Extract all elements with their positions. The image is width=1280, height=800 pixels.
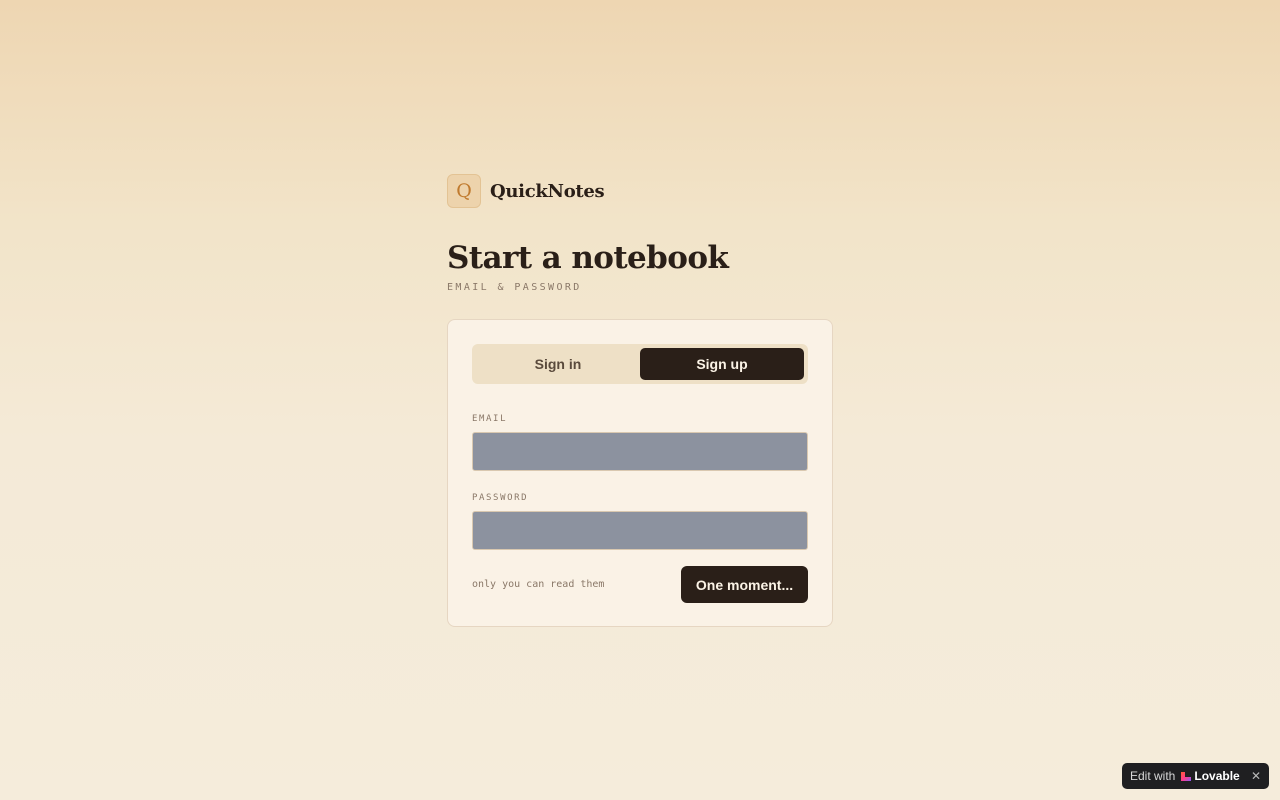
- tab-sign-up[interactable]: Sign up: [640, 348, 804, 380]
- auth-card: Sign in Sign up EMAIL PASSWORD only you …: [447, 319, 833, 627]
- password-field[interactable]: [472, 511, 808, 550]
- badge-brand: Lovable: [1194, 769, 1240, 783]
- submit-button[interactable]: One moment...: [681, 566, 808, 603]
- edit-with-lovable-badge[interactable]: Edit with Lovable ✕: [1122, 763, 1269, 789]
- tab-sign-in[interactable]: Sign in: [476, 348, 640, 380]
- privacy-hint: only you can read them: [472, 579, 605, 590]
- email-label: EMAIL: [472, 414, 508, 424]
- close-icon[interactable]: ✕: [1251, 769, 1261, 783]
- auth-tabs: Sign in Sign up: [472, 344, 808, 384]
- password-label: PASSWORD: [472, 493, 529, 503]
- page-title: Start a notebook: [447, 240, 729, 276]
- badge-prefix: Edit with: [1130, 769, 1176, 783]
- q-logo-icon: Q: [447, 174, 481, 208]
- lovable-heart-icon: [1181, 771, 1192, 781]
- form-footer: only you can read them One moment...: [472, 566, 808, 603]
- brand: Q QuickNotes: [447, 174, 833, 208]
- page-subtitle: EMAIL & PASSWORD: [447, 282, 582, 293]
- email-field[interactable]: [472, 432, 808, 471]
- brand-name: QuickNotes: [490, 180, 605, 202]
- auth-container: Q QuickNotes Start a notebook EMAIL & PA…: [447, 174, 833, 627]
